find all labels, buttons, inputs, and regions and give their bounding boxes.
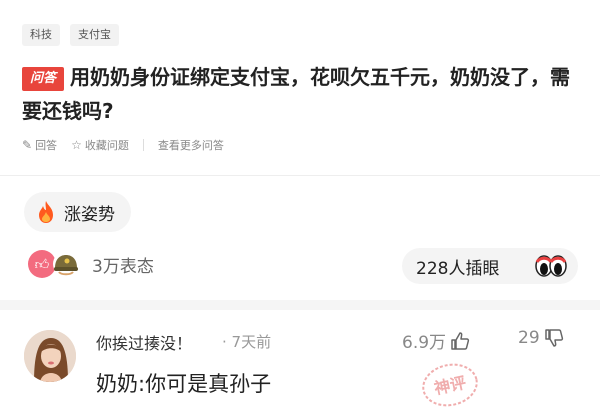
thumbs-up-icon <box>451 331 470 350</box>
comment-item: 你挨过揍没！ · 7天前 6.9万 29 奶奶:你可是真孙子 神评 <box>0 310 600 414</box>
question-title[interactable]: 用奶奶身份证绑定支付宝，花呗欠五千元，奶奶没了，需要还钱吗? <box>22 65 570 123</box>
dislike-count: 29 <box>518 328 540 348</box>
question-actions: ✎ 回答 ☆ 收藏问题 查看更多问答 <box>22 137 224 153</box>
pencil-icon: ✎ <box>22 138 33 152</box>
avatar[interactable] <box>24 330 76 382</box>
stamp-text: 神评 <box>432 373 467 398</box>
like-count: 6.9万 <box>402 333 447 353</box>
thumbs-down-icon <box>544 329 563 347</box>
viewers-label: 228人插眼 <box>416 258 500 279</box>
comment-like-button[interactable]: 6.9万 <box>402 328 470 353</box>
answer-label: 回答 <box>35 139 58 152</box>
more-answers-link[interactable]: 查看更多问答 <box>158 137 224 153</box>
comment-text: 奶奶:你可是真孙子 <box>96 372 272 396</box>
fire-icon <box>39 201 53 223</box>
more-answers-label: 查看更多问答 <box>157 139 224 152</box>
comment-dislike-button[interactable]: 29 <box>518 328 564 348</box>
trend-label: 涨姿势 <box>64 204 115 225</box>
tag-list: 科技 支付宝 <box>22 24 119 46</box>
question-title-row[interactable]: 问答 用奶奶身份证绑定支付宝，花呗欠五千元，奶奶没了，需要还钱吗? <box>22 60 582 128</box>
trend-chip[interactable]: 涨姿势 <box>24 192 131 232</box>
favorite-label: 收藏问题 <box>84 139 129 152</box>
wenda-badge: 问答 <box>22 67 64 91</box>
eyes-icon <box>535 255 567 277</box>
divider <box>142 139 144 151</box>
question-card: 科技 支付宝 问答 用奶奶身份证绑定支付宝，花呗欠五千元，奶奶没了，需要还钱吗? … <box>0 0 600 176</box>
god-comment-stamp: 神评 <box>422 363 478 407</box>
tag-alipay[interactable]: 支付宝 <box>70 24 119 46</box>
comment-time: · 7天前 <box>222 333 272 351</box>
reaction-count: 3万表态 <box>92 256 154 277</box>
viewers-chip[interactable]: 228人插眼 <box>402 248 578 284</box>
helmet-emoji-icon <box>53 251 79 277</box>
section-divider <box>0 300 600 310</box>
favorite-button[interactable]: ☆ 收藏问题 <box>71 137 129 153</box>
tag-tech[interactable]: 科技 <box>22 24 60 46</box>
answer-button[interactable]: ✎ 回答 <box>22 137 57 153</box>
comment-author[interactable]: 你挨过揍没！ <box>96 330 192 354</box>
reaction-summary[interactable]: 👍︎ 3万表态 <box>28 250 154 278</box>
star-icon: ☆ <box>71 138 82 152</box>
